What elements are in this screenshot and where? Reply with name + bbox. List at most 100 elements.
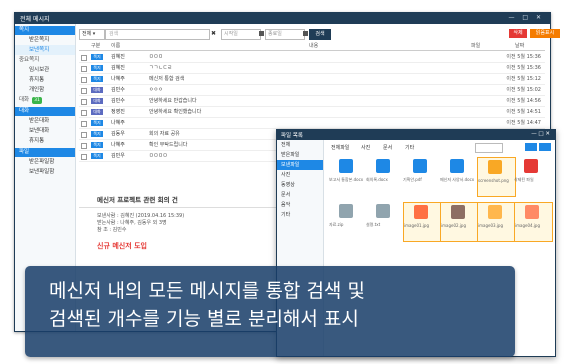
sidebar-item[interactable]: 휴지통 [15,136,75,146]
sidebar-section-files[interactable]: 파일 [15,148,75,157]
tab[interactable]: 사진 [361,144,370,151]
sidebar-section-chat[interactable]: 대화 [15,107,75,116]
file-tile[interactable]: 설명.txt [366,202,403,240]
sidebar-item[interactable]: 받은대화 [15,116,75,126]
sender-name: 정영진 [111,109,125,115]
file-sidebar-item[interactable]: 음악 [277,200,323,210]
mark-read-button[interactable]: 읽음표시 [530,29,560,38]
tab[interactable]: 문서 [383,144,392,151]
tab[interactable]: 전체파일 [331,144,349,151]
row-checkbox[interactable] [81,77,87,83]
type-badge: 쪽지 [91,65,103,71]
row-checkbox[interactable] [81,110,87,116]
row-checkbox[interactable] [81,66,87,72]
row-checkbox[interactable] [81,154,87,160]
table-row[interactable]: 쪽지 김혜진 ㄱㄱㄴㄷㄹ 이전 5월 15:36 [79,63,545,74]
file-tile[interactable]: image04.jpg [514,202,553,242]
table-header: 구분 이름 내용 파일 날짜 [79,42,545,51]
download-button[interactable] [539,143,551,151]
row-checkbox[interactable] [81,143,87,149]
table-row[interactable]: 쪽지 나혜주 메신저 통합 검색 이전 5월 15:12 [79,74,545,85]
type-badge: 쪽지 [91,120,103,126]
table-row[interactable]: 쪽지 김혜진 ㅁㅁㅁ 이전 5월 15:36 [79,52,545,63]
date-to-field[interactable]: 종료일 [265,29,305,40]
sidebar-item[interactable]: 받은쪽지 [15,35,75,45]
row-checkbox[interactable] [81,55,87,61]
sender-name: 김동우 [111,131,125,137]
file-sidebar-item[interactable]: 동영상 [277,180,323,190]
sidebar-item[interactable]: 휴지통 [15,75,75,85]
message-subject: ㅇㅇㅇ [149,87,163,93]
sidebar-item[interactable]: 개인함 [15,85,75,95]
file-icon [450,159,464,173]
file-sidebar-item[interactable]: 문서 [277,190,323,200]
file-tile[interactable]: 회의록.docx [366,157,403,195]
message-subject: 회의 자료 공유 [149,131,180,137]
row-checkbox[interactable] [81,132,87,138]
sidebar-item[interactable]: 보낸파일함 [15,167,75,177]
file-tile[interactable]: image01.jpg [403,202,442,242]
message-subject: ㅁㅁㅁ [149,54,163,60]
sender-name: 나혜주 [111,76,125,82]
search-input[interactable]: 검색 [105,29,210,40]
count-badge: 31 [32,97,42,104]
file-sidebar-item[interactable]: 기타 [277,210,323,220]
window-controls[interactable]: — □ ✕ [508,14,544,21]
file-sidebar-item[interactable]: 보낸파일 [277,160,323,170]
column-header[interactable]: 내용 [309,42,318,49]
message-time: 이전 5월 15:36 [506,65,541,71]
row-checkbox[interactable] [81,121,87,127]
main-titlebar: 전체 메시지 — □ ✕ [15,13,550,24]
view-toggle-button[interactable] [525,143,537,151]
sidebar-item[interactable]: 받은파일함 [15,157,75,167]
row-checkbox[interactable] [81,99,87,105]
column-header[interactable]: 구분 [91,42,100,49]
tab[interactable]: 기타 [405,144,414,151]
file-sidebar-item[interactable]: 받은파일 [277,150,323,160]
table-row[interactable]: 쪽지 나혜주 이전 5월 14:47 [79,118,545,129]
sidebar-item[interactable]: 중요쪽지 [15,55,75,65]
table-row[interactable]: 대화 김민수 안녕하세요 반갑습니다 이전 5월 14:56 [79,96,545,107]
window-controls[interactable]: — □ ✕ [531,131,550,137]
type-badge: 대화 [91,87,103,93]
file-caption: 회의록.docx [366,177,388,182]
file-tile[interactable]: 자료.zip [329,202,366,240]
file-tile[interactable]: 삭제된 파일 [514,157,551,195]
sidebar-item-with-badge[interactable]: 대화 31 [15,95,75,105]
file-tile[interactable]: image03.jpg [477,202,516,242]
delete-button[interactable]: 삭제 [509,29,527,38]
file-tile[interactable]: image02.jpg [440,202,479,242]
column-header[interactable]: 날짜 [515,42,524,49]
sidebar-item[interactable]: 임시보관 [15,65,75,75]
column-header[interactable]: 파일 [471,42,480,49]
preview-title: 메신저 프로젝트 관련 회의 건 [79,192,279,208]
row-checkbox[interactable] [81,88,87,94]
type-badge: 쪽지 [91,76,103,82]
file-tile[interactable]: 메신저 사양서.docx [440,157,477,195]
table-row[interactable]: 대화 정영진 안녕하세요 확인했습니다 이전 5월 14:51 [79,107,545,118]
table-row[interactable]: 대화 김민수 ㅇㅇㅇ 이전 5월 15:02 [79,85,545,96]
category-select[interactable]: 전체 ▾ [79,29,105,40]
sidebar-section-notes[interactable]: 쪽지 [15,26,75,35]
file-sidebar-item[interactable]: 사진 [277,170,323,180]
file-caption: 메신저 사양서.docx [440,177,475,182]
file-tile[interactable]: 보고서 통합본.docx [329,157,366,195]
sender-name: 나혜주 [111,120,125,126]
calendar-icon[interactable] [303,31,308,36]
file-tile[interactable]: 기획안.pdf [403,157,440,195]
date-from-field[interactable]: 시작일 [221,29,261,40]
file-tile[interactable]: screenshot.png [477,157,516,197]
search-button[interactable]: 검색 [309,29,331,40]
file-icon [339,204,353,218]
sort-select[interactable] [475,143,503,153]
sidebar-item[interactable]: 보낸대화 [15,126,75,136]
column-header[interactable]: 이름 [111,42,120,49]
clear-icon[interactable]: ✖ [211,30,216,37]
sender-name: 김민수 [111,98,125,104]
caption-overlay: 메신저 내의 모든 메시지를 통합 검색 및 검색된 개수를 기능 별로 분리해… [25,266,515,357]
message-time: 이전 5월 15:36 [506,54,541,60]
file-sidebar-item[interactable]: 전체 [277,140,323,150]
sidebar-item-selected[interactable]: 보낸쪽지 [15,45,75,55]
type-badge: 쪽지 [91,142,103,148]
calendar-icon[interactable] [259,31,264,36]
